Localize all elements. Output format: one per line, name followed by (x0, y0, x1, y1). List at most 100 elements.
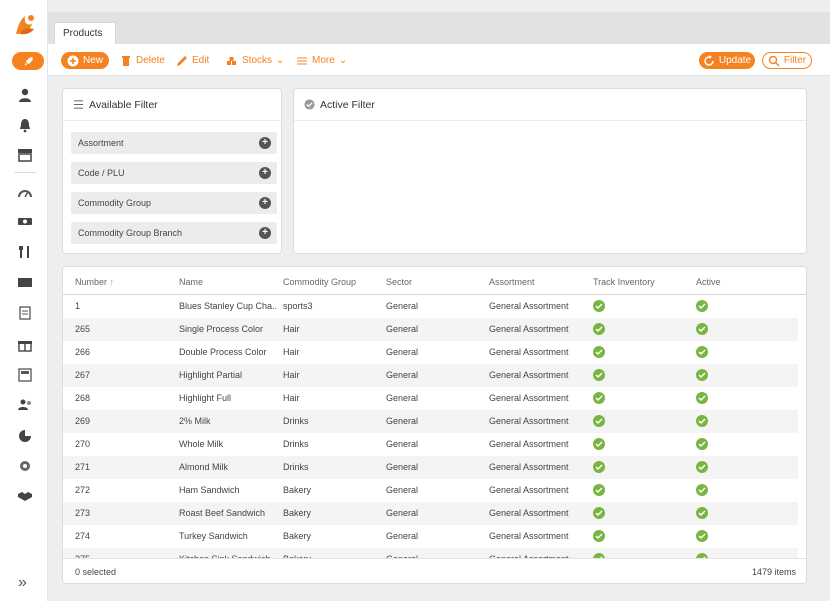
plus-circle-icon (67, 55, 79, 66)
filter-button[interactable]: Filter (762, 52, 812, 69)
tab-products[interactable]: Products (54, 22, 116, 44)
column-header-number[interactable]: Number ↑ (75, 277, 114, 287)
column-header-active[interactable]: Active (696, 277, 721, 287)
check-active-icon (696, 415, 708, 427)
more-dropdown[interactable]: More ⌄ (296, 52, 347, 69)
cell-group: Bakery (283, 531, 312, 541)
sidebar-item-partners[interactable] (16, 487, 34, 505)
table-row[interactable]: 265 Single Process Color Hair General Genera… (63, 318, 798, 341)
sidebar-item-gifts[interactable] (16, 336, 34, 354)
selected-count: 0 selected (75, 567, 117, 577)
gift-icon (18, 341, 32, 352)
table-row[interactable]: 269 2% Milk Drinks General General Assortmen… (63, 410, 798, 433)
active-filter-panel: Active Filter (293, 88, 807, 254)
sidebar-expand-icon[interactable]: » (18, 574, 27, 592)
filter-item-label: Code / PLU (78, 168, 125, 178)
cutlery-icon (19, 246, 29, 258)
active-filter-header: Active Filter (294, 89, 806, 121)
filter-item-commodity-group-branch[interactable]: Commodity Group Branch + (71, 222, 277, 244)
available-filter-header: Available Filter (63, 89, 281, 121)
filter-list-icon (73, 100, 84, 109)
cell-group: Drinks (283, 462, 309, 472)
cell-name: Roast Beef Sandwich (179, 508, 266, 518)
filter-item-code-plu[interactable]: Code / PLU + (71, 162, 277, 184)
sidebar-item-finance[interactable] (16, 212, 34, 230)
column-header-sector[interactable]: Sector (386, 277, 412, 287)
cell-assortment: General Assortment (489, 485, 569, 495)
sidebar-item-display[interactable] (16, 274, 34, 292)
sidebar-item-dashboard[interactable] (16, 184, 34, 202)
cell-name: Ham Sandwich (179, 485, 240, 495)
cell-assortment: General Assortment (489, 416, 569, 426)
sidebar-item-register[interactable] (16, 366, 34, 384)
sidebar-item-customers[interactable] (16, 396, 34, 414)
cell-group: Drinks (283, 439, 309, 449)
cell-number: 271 (75, 462, 91, 472)
dashboard-gauge-icon (18, 190, 32, 198)
column-header-commodity-group[interactable]: Commodity Group (283, 277, 356, 287)
edit-button[interactable]: Edit (176, 52, 209, 69)
table-row[interactable]: 273 Roast Beef Sandwich Bakery General Gener… (63, 502, 798, 525)
main-area: Products New Delete Edit Stocks ⌄ More ⌄… (48, 0, 830, 601)
gear-icon (20, 461, 30, 471)
add-filter-icon[interactable]: + (259, 197, 271, 209)
update-button-label: Update (718, 55, 752, 66)
table-row[interactable]: 266 Double Process Color Hair General Genera… (63, 341, 798, 364)
sidebar-item-settings[interactable] (16, 457, 34, 475)
table-footer: 0 selected 1479 items (63, 558, 806, 583)
sidebar-item-users[interactable] (16, 86, 34, 104)
check-track-icon (593, 369, 605, 381)
filter-button-label: Filter (783, 55, 807, 66)
check-active-icon (696, 323, 708, 335)
filter-item-commodity-group[interactable]: Commodity Group + (71, 192, 277, 214)
table-row[interactable]: 270 Whole Milk Drinks General General Assort… (63, 433, 798, 456)
add-filter-icon[interactable]: + (259, 227, 271, 239)
list-icon (19, 306, 31, 320)
cell-number: 273 (75, 508, 91, 518)
table-row[interactable]: 275Kitchen Sink SandwichBakeryGeneralGen… (63, 548, 798, 558)
table-row[interactable]: 268 Highlight Full Hair General General Asso… (63, 387, 798, 410)
sidebar-item-restaurant[interactable] (16, 243, 34, 261)
table-row[interactable]: 274 Turkey Sandwich Bakery General General A… (63, 525, 798, 548)
add-filter-icon[interactable]: + (259, 137, 271, 149)
table-row[interactable]: 267 Highlight Partial Hair General General A… (63, 364, 798, 387)
table-row[interactable]: 1 Blues Stanley Cup Cha... sports3 General G… (63, 295, 798, 318)
check-active-icon (696, 484, 708, 496)
available-filter-panel: Available Filter Assortment + Code / PLU +… (62, 88, 282, 254)
column-header-name[interactable]: Name (179, 277, 203, 287)
cell-sector: General (386, 393, 419, 403)
add-filter-icon[interactable]: + (259, 167, 271, 179)
check-track-icon (593, 530, 605, 542)
table-row[interactable]: 272 Ham Sandwich Bakery General General Asso… (63, 479, 798, 502)
new-button[interactable]: New (61, 52, 109, 69)
cell-assortment: General Assortment (489, 439, 569, 449)
check-active-icon (696, 438, 708, 450)
cell-assortment: General Assortment (489, 462, 569, 472)
available-filter-title: Available Filter (89, 98, 158, 111)
filter-item-assortment[interactable]: Assortment + (71, 132, 277, 154)
column-header-assortment[interactable]: Assortment (489, 277, 535, 287)
check-track-icon (593, 323, 605, 335)
stocks-dropdown[interactable]: Stocks ⌄ (226, 52, 284, 69)
sidebar-item-store[interactable] (16, 146, 34, 164)
cell-name: Blues Stanley Cup Cha... (179, 301, 277, 311)
table-row[interactable]: 271 Almond Milk Drinks General General Assor… (63, 456, 798, 479)
cell-name: Whole Milk (179, 439, 224, 449)
sidebar-item-reports[interactable] (16, 427, 34, 445)
sidebar-item-products[interactable] (12, 52, 44, 70)
cell-assortment: General Assortment (489, 301, 569, 311)
users-icon (18, 399, 31, 410)
cell-name: Single Process Color (179, 324, 264, 334)
cell-sector: General (386, 462, 419, 472)
column-header-track-inventory[interactable]: Track Inventory (593, 277, 655, 287)
rocket-icon (23, 56, 33, 66)
cell-group: Drinks (283, 416, 309, 426)
check-track-icon (593, 346, 605, 358)
sidebar-item-notifications[interactable] (16, 116, 34, 134)
update-button[interactable]: Update (699, 52, 755, 69)
sidebar-item-lists[interactable] (16, 304, 34, 322)
delete-button[interactable]: Delete (120, 52, 165, 69)
stocks-dropdown-label: Stocks (242, 55, 273, 66)
cell-number: 268 (75, 393, 91, 403)
cell-name: Double Process Color (179, 347, 267, 357)
